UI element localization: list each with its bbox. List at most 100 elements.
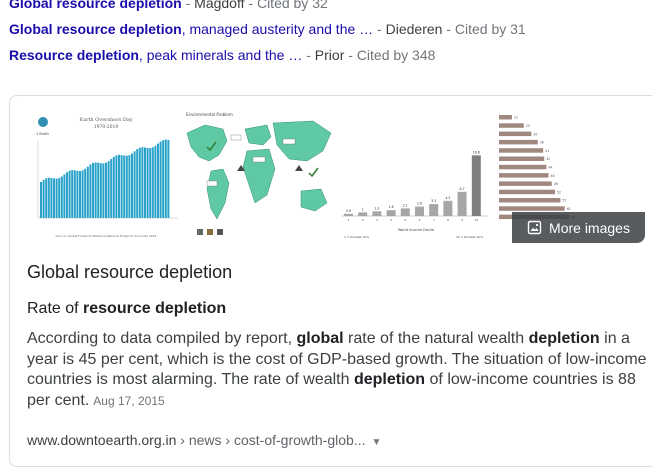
image-thumbnail-overshoot[interactable]: 1 Earth Earth Overshoot Day 1970-2019 So… bbox=[26, 111, 181, 242]
decile-tick-label: 1 bbox=[348, 218, 350, 222]
overshoot-bar bbox=[112, 156, 115, 218]
overshoot-bar bbox=[58, 178, 61, 218]
separator: - bbox=[442, 21, 455, 37]
horizontal-bar bbox=[499, 206, 565, 211]
overshoot-bar bbox=[60, 176, 63, 218]
overshoot-bar bbox=[86, 166, 89, 218]
caret-down-icon[interactable]: ▼ bbox=[371, 437, 381, 448]
horizontal-bar-value: 42 bbox=[546, 157, 550, 161]
decile-chart-right-note: 10 = Richest 10% bbox=[456, 235, 483, 239]
result-author-2: Diederen bbox=[385, 21, 443, 37]
horizontal-bar-value: 36 bbox=[540, 141, 544, 145]
horizontal-bar-value: 57 bbox=[562, 199, 566, 203]
result-line-1: Global resource depletion - Magdoff - Ci… bbox=[9, 0, 328, 11]
result-title-2[interactable]: Global resource depletion, managed auste… bbox=[9, 21, 373, 37]
horizontal-bar-value: 41 bbox=[545, 149, 549, 153]
decile-tick-label: 4 bbox=[390, 218, 392, 222]
overshoot-bar bbox=[81, 170, 84, 218]
result-line-2: Global resource depletion, managed auste… bbox=[9, 21, 526, 37]
snippet-subtitle-bold: resource depletion bbox=[83, 300, 227, 317]
image-icon bbox=[527, 220, 542, 235]
overshoot-bar bbox=[133, 151, 136, 218]
overshoot-bar bbox=[94, 162, 97, 218]
decile-bar bbox=[443, 200, 453, 216]
overshoot-bar bbox=[50, 177, 53, 218]
decile-chart-image: 0.6 1 1 2 1.3 3 1.6 4 2.1 5 2.6 6 3.3 7 4.2 8 6.7 9 16.8 10… bbox=[338, 111, 491, 242]
overshoot-bar bbox=[141, 147, 144, 218]
overshoot-bar bbox=[84, 168, 87, 218]
overshoot-bar bbox=[151, 147, 154, 218]
result-author-1: Magdoff bbox=[194, 0, 245, 11]
horizontal-bar-value: 52 bbox=[557, 190, 561, 194]
overshoot-bar bbox=[89, 164, 92, 218]
horizontal-bar bbox=[499, 164, 547, 170]
overshoot-bar bbox=[42, 179, 45, 218]
decile-bar bbox=[386, 210, 396, 216]
snippet-title[interactable]: Global resource depletion bbox=[27, 262, 232, 283]
decile-bar bbox=[429, 204, 439, 216]
horizontal-bar bbox=[499, 115, 512, 120]
overshoot-bar bbox=[102, 163, 105, 218]
overshoot-bar bbox=[167, 139, 170, 218]
decile-tick-label: 7 bbox=[433, 218, 435, 222]
cited-by-link-3[interactable]: Cited by 348 bbox=[357, 47, 436, 63]
separator: - bbox=[244, 0, 257, 11]
snippet-text: According to data compiled by report, gl… bbox=[27, 330, 647, 409]
horizontal-bar-value: 12 bbox=[514, 116, 518, 120]
decile-tick-label: 3 bbox=[376, 218, 378, 222]
overshoot-bar bbox=[76, 170, 79, 218]
url-domain: www.downtoearth.org.in bbox=[27, 432, 177, 448]
overshoot-bar bbox=[71, 170, 74, 218]
horizontal-bar bbox=[499, 123, 524, 128]
overshoot-bar bbox=[40, 182, 42, 218]
image-thumbnail-map[interactable]: Environmental Problem bbox=[183, 111, 336, 242]
decile-value-label: 1 bbox=[362, 207, 364, 211]
overshoot-image-source: Source: Global Footprint Network Nationa… bbox=[56, 234, 157, 238]
separator: - bbox=[373, 21, 386, 37]
snippet-date: Aug 17, 2015 bbox=[93, 393, 165, 408]
overshoot-bar bbox=[157, 143, 159, 218]
horizontal-bar-value: 23 bbox=[526, 124, 530, 128]
decile-value-label: 3.3 bbox=[431, 199, 436, 203]
cited-by-link-1[interactable]: Cited by 32 bbox=[257, 0, 328, 11]
overshoot-bar bbox=[55, 178, 58, 218]
overshoot-bar bbox=[110, 158, 113, 218]
overshoot-bar bbox=[73, 170, 76, 218]
result-title-3[interactable]: Resource depletion, peak minerals and th… bbox=[9, 47, 302, 63]
overshoot-bar bbox=[66, 172, 68, 218]
featured-snippet-card: 1 Earth Earth Overshoot Day 1970-2019 So… bbox=[9, 95, 652, 467]
overshoot-bar bbox=[136, 149, 139, 218]
overshoot-bar bbox=[99, 163, 102, 218]
overshoot-bar bbox=[128, 155, 131, 218]
overshoot-image-years: 1970-2019 bbox=[94, 124, 119, 130]
overshoot-chart-image: 1 Earth Earth Overshoot Day 1970-2019 So… bbox=[26, 111, 181, 242]
result-title-1[interactable]: Global resource depletion bbox=[9, 0, 182, 11]
horizontal-bar bbox=[499, 139, 538, 145]
decile-tick-label: 6 bbox=[419, 218, 421, 222]
source-url[interactable]: www.downtoearth.org.in › news › cost-of-… bbox=[27, 432, 381, 448]
overshoot-bar bbox=[63, 174, 66, 218]
separator: - bbox=[181, 0, 195, 11]
more-images-button[interactable]: More images bbox=[512, 212, 645, 243]
result-line-3: Resource depletion, peak minerals and th… bbox=[9, 47, 435, 63]
decile-bar bbox=[372, 211, 382, 216]
decile-bar bbox=[344, 213, 353, 216]
overshoot-bar bbox=[92, 163, 94, 218]
decile-value-label: 1.3 bbox=[374, 206, 379, 210]
horizontal-bar-value: 46 bbox=[551, 174, 555, 178]
decile-bar bbox=[457, 191, 467, 216]
decile-value-label: 4.2 bbox=[445, 196, 450, 200]
cited-by-link-2[interactable]: Cited by 31 bbox=[455, 21, 526, 37]
decile-bar bbox=[415, 206, 424, 216]
overshoot-bar bbox=[45, 178, 48, 218]
more-images-label: More images bbox=[549, 219, 630, 236]
result-author-3: Prior bbox=[314, 47, 345, 63]
overshoot-image-title: Earth Overshoot Day bbox=[79, 117, 133, 123]
overshoot-bar bbox=[162, 140, 165, 218]
overshoot-bar bbox=[105, 162, 107, 218]
decile-tick-label: 8 bbox=[447, 218, 449, 222]
horizontal-bar-value: 44 bbox=[548, 166, 552, 170]
overshoot-bar bbox=[159, 141, 162, 218]
image-thumbnail-decile-chart[interactable]: 0.6 1 1 2 1.3 3 1.6 4 2.1 5 2.6 6 3.3 7 4.2 8 6.7 9 16.8 10… bbox=[338, 111, 491, 242]
overshoot-bar bbox=[123, 155, 126, 218]
